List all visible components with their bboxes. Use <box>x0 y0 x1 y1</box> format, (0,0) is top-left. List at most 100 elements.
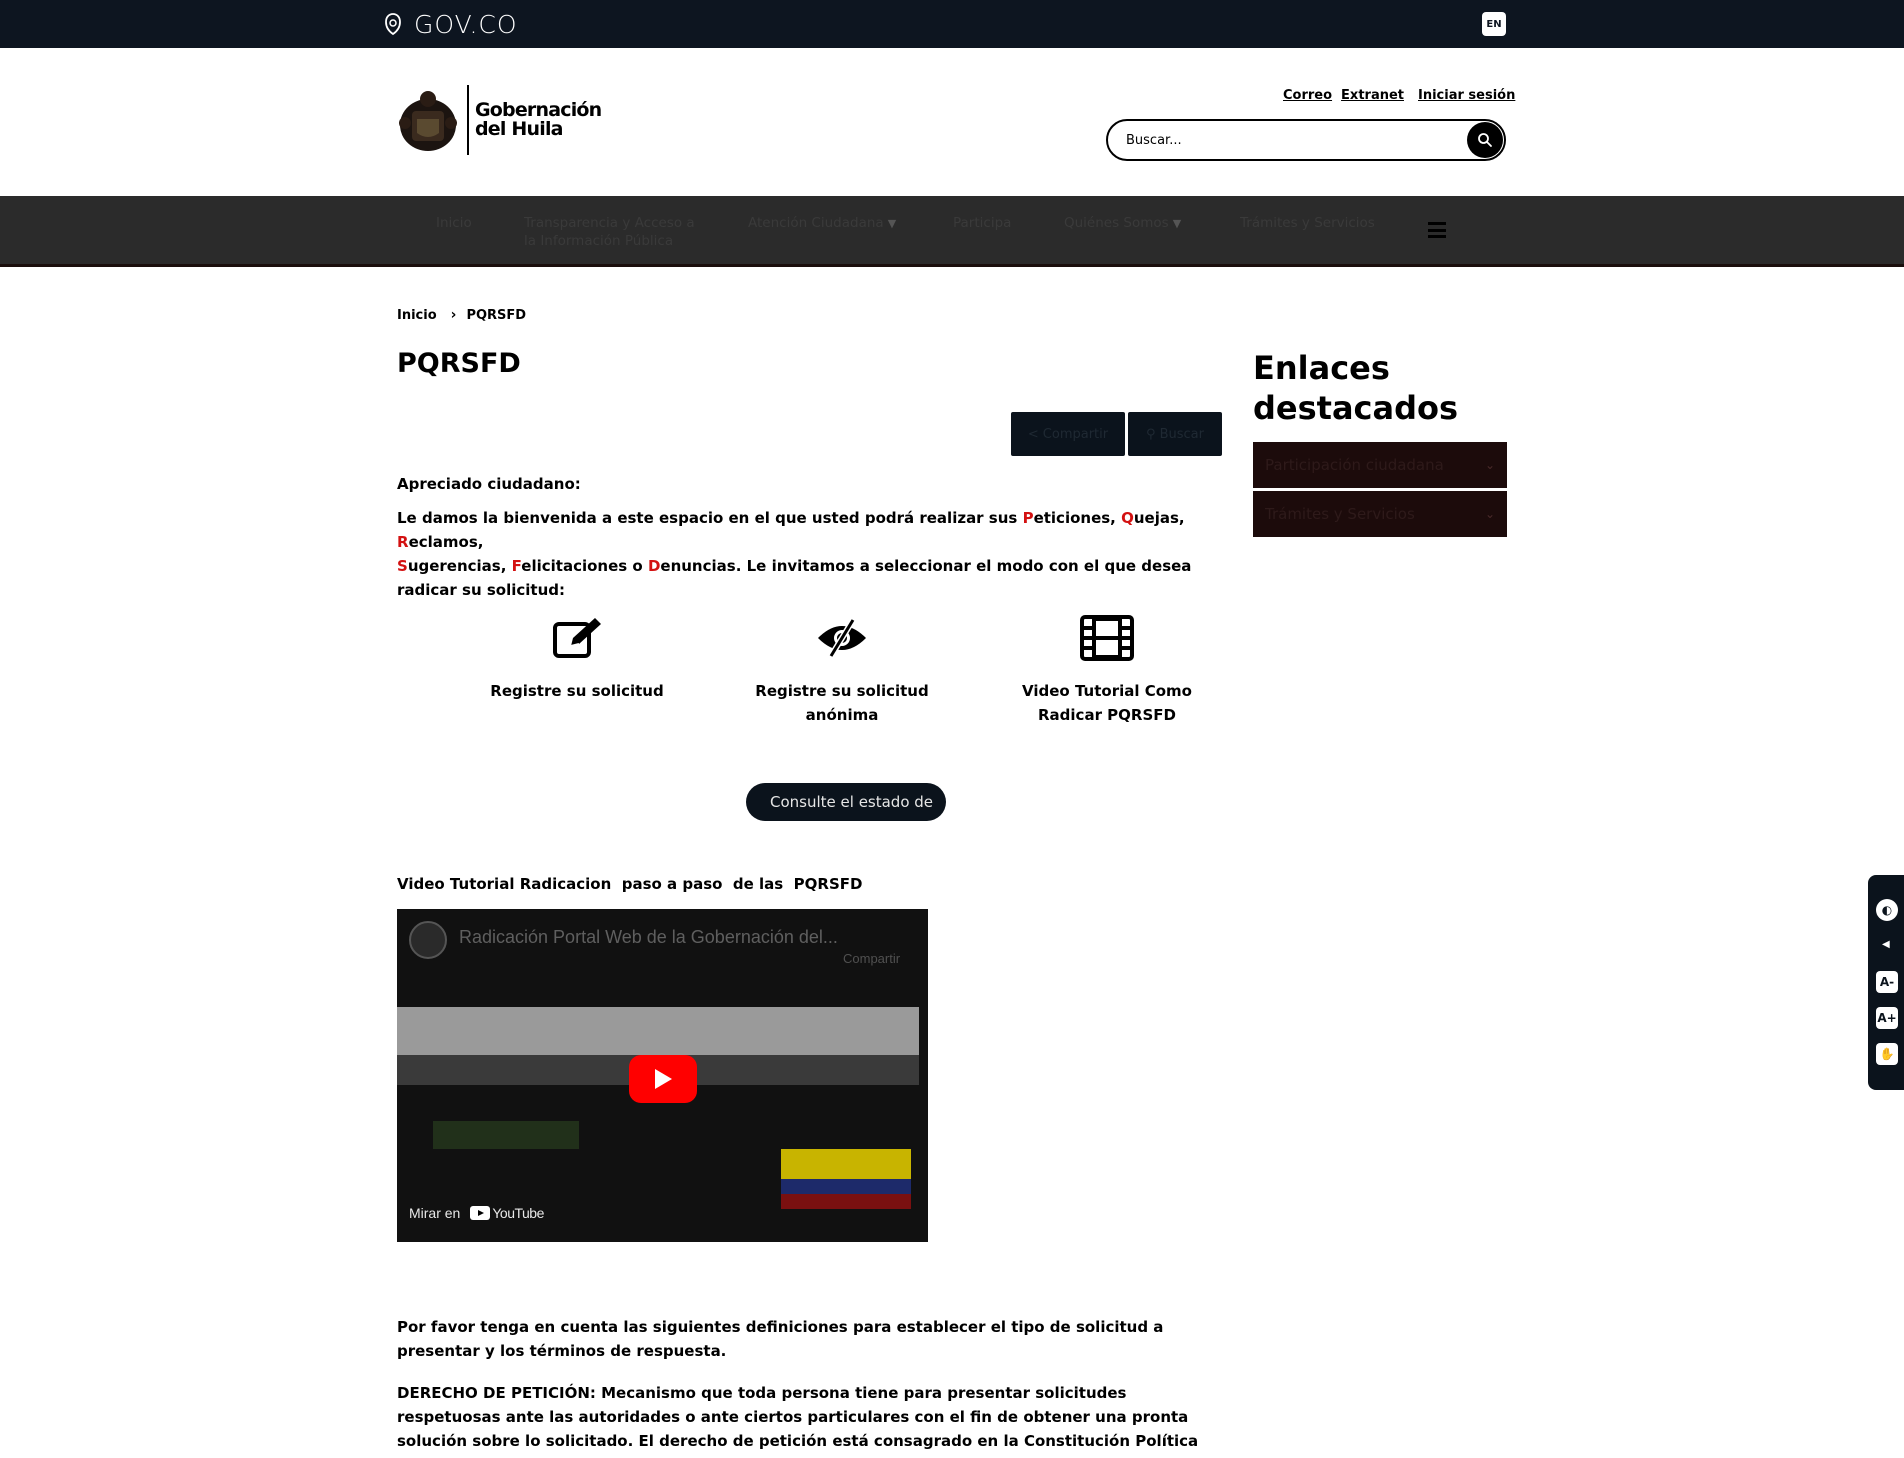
nav-item-label: Atención Ciudadana <box>748 215 884 231</box>
welcome-part: elicitaciones o <box>521 557 648 575</box>
video-heading: Video Tutorial Radicacion paso a paso de… <box>397 875 863 893</box>
share-button[interactable]: < Compartir <box>1011 412 1125 456</box>
search-icon: ⚲ <box>1146 426 1156 442</box>
welcome-initial: R <box>397 533 409 551</box>
option-label: Registre su solicitud <box>490 682 664 700</box>
welcome-part: ugerencias, <box>407 557 512 575</box>
accordion-label: Trámites y Servicios <box>1265 505 1415 523</box>
page-actions: < Compartir ⚲ Buscar <box>1011 412 1222 456</box>
hamburger-bar <box>1428 235 1446 238</box>
welcome-initial: Q <box>1121 509 1134 527</box>
option-register-anonymous[interactable]: Registre su solicitud anónima <box>732 613 952 727</box>
huila-crest-icon <box>399 91 457 151</box>
option-label-line-1: Video Tutorial Como <box>1022 682 1192 700</box>
edit-icon <box>467 613 687 663</box>
find-button[interactable]: ⚲ Buscar <box>1128 412 1222 456</box>
search-button[interactable] <box>1467 122 1503 158</box>
youtube-icon <box>470 1206 491 1220</box>
option-register-request[interactable]: Registre su solicitud <box>467 613 687 703</box>
welcome-part: uejas, <box>1133 509 1185 527</box>
increase-font-icon[interactable]: A+ <box>1876 1007 1898 1029</box>
decrease-font-icon[interactable]: A- <box>1876 971 1898 993</box>
search-input[interactable] <box>1126 130 1446 150</box>
film-icon <box>997 613 1217 663</box>
nav-item-atencion-ciudadana[interactable]: Atención Ciudadana ▼ <box>748 214 896 233</box>
option-label-line-1: Registre su solicitud <box>755 682 929 700</box>
featured-title-line-2: destacados <box>1253 389 1459 427</box>
accessibility-toolbar: ◐ ◀ A- A+ ✋ <box>1868 875 1904 1090</box>
nav-item-label-2: la Información Pública <box>524 233 674 249</box>
featured-links-title: Enlaces destacados <box>1253 348 1458 428</box>
watch-on-youtube[interactable]: Mirar en YouTube <box>409 1205 544 1221</box>
login-link[interactable]: Iniciar sesión <box>1418 88 1515 103</box>
brand-name: Gobernación del Huila <box>475 101 602 140</box>
govco-top-bar: GOV.CO EN <box>0 0 1904 48</box>
youtube-video-embed[interactable]: Radicación Portal Web de la Gobernación … <box>397 909 928 1242</box>
search-box <box>1106 119 1506 161</box>
accordion-participacion[interactable]: Participación ciudadana ⌄ <box>1253 442 1507 488</box>
welcome-text: Le damos la bienvenida a este espacio en… <box>397 506 1223 602</box>
welcome-initial: P <box>1022 509 1034 527</box>
site-header: Gobernación del Huila Correo Extranet In… <box>0 48 1904 196</box>
nav-item-label: Participa <box>953 215 1012 231</box>
welcome-initial: D <box>647 557 661 575</box>
chevron-down-icon: ▼ <box>887 217 897 230</box>
chevron-down-icon: ▼ <box>1172 217 1182 230</box>
nav-item-inicio[interactable]: Inicio <box>436 214 472 232</box>
extranet-link[interactable]: Extranet <box>1341 88 1404 103</box>
hamburger-menu-icon[interactable] <box>1428 222 1446 238</box>
collapse-arrow-icon[interactable]: ◀ <box>1882 939 1890 950</box>
nav-item-participa[interactable]: Participa <box>953 214 1011 232</box>
accordion-label: Participación ciudadana <box>1265 456 1444 474</box>
eye-slash-icon <box>732 613 952 663</box>
welcome-part: Le damos la bienvenida a este espacio en… <box>397 509 1023 527</box>
nav-item-label: Trámites y Servicios <box>1240 215 1375 231</box>
contrast-icon[interactable]: ◐ <box>1876 899 1898 921</box>
page-title: PQRSFD <box>397 348 521 379</box>
breadcrumb: Inicio › PQRSFD <box>397 307 526 323</box>
gobernacion-logo[interactable]: Gobernación del Huila <box>397 84 602 156</box>
featured-title-line-1: Enlaces <box>1253 349 1390 387</box>
chevron-down-icon: ⌄ <box>1484 507 1495 521</box>
channel-avatar[interactable] <box>409 921 447 959</box>
accordion-tramites[interactable]: Trámites y Servicios ⌄ <box>1253 491 1507 537</box>
watch-on-label: Mirar en <box>409 1205 461 1221</box>
option-label-line-2: anónima <box>805 706 879 724</box>
correo-link[interactable]: Correo <box>1283 88 1332 103</box>
top-links: Correo Extranet Iniciar sesión <box>1283 88 1515 103</box>
nav-item-label: Quiénes Somos <box>1064 215 1169 231</box>
govco-logo[interactable]: GOV.CO <box>382 9 518 39</box>
welcome-part: eticiones, <box>1033 509 1122 527</box>
video-share-button[interactable]: Compartir <box>843 951 900 966</box>
play-button[interactable] <box>629 1055 697 1103</box>
nav-item-label: Transparencia y Acceso a <box>524 215 695 231</box>
video-title[interactable]: Radicación Portal Web de la Gobernación … <box>459 927 838 948</box>
video-frame-banner <box>433 1121 579 1149</box>
brand-line-2: del Huila <box>475 118 564 140</box>
hamburger-bar <box>1428 222 1446 225</box>
option-video-tutorial[interactable]: Video Tutorial Como Radicar PQRSFD <box>997 613 1217 727</box>
search-icon <box>1478 133 1492 147</box>
language-toggle-button[interactable]: EN <box>1482 12 1506 36</box>
welcome-initial: S <box>397 557 408 575</box>
consult-status-button[interactable]: Consulte el estado de <box>746 783 946 821</box>
share-label: Compartir <box>1042 426 1109 442</box>
breadcrumb-current: PQRSFD <box>466 307 527 323</box>
hamburger-bar <box>1428 228 1446 232</box>
nav-item-quienes-somos[interactable]: Quiénes Somos ▼ <box>1064 214 1181 233</box>
nav-item-label: Inicio <box>436 215 472 231</box>
chevron-down-icon: ⌄ <box>1484 458 1495 472</box>
derecho-peticion-text: DERECHO DE PETICIÓN: Mecanismo que toda … <box>397 1384 1207 1458</box>
govco-label: GOV.CO <box>414 9 518 39</box>
sign-language-icon[interactable]: ✋ <box>1876 1043 1898 1065</box>
main-nav: Inicio Transparencia y Acceso a la Infor… <box>0 196 1904 267</box>
nav-item-transparencia[interactable]: Transparencia y Acceso a la Información … <box>524 214 695 250</box>
logo-divider <box>467 85 469 155</box>
option-label: Registre su solicitud anónima <box>732 679 952 727</box>
option-label: Video Tutorial Como Radicar PQRSFD <box>997 679 1217 727</box>
play-icon <box>655 1069 672 1089</box>
find-label: Buscar <box>1159 426 1204 442</box>
nav-item-tramites[interactable]: Trámites y Servicios <box>1240 214 1375 232</box>
breadcrumb-home[interactable]: Inicio <box>397 308 437 323</box>
greeting: Apreciado ciudadano: <box>397 475 581 493</box>
